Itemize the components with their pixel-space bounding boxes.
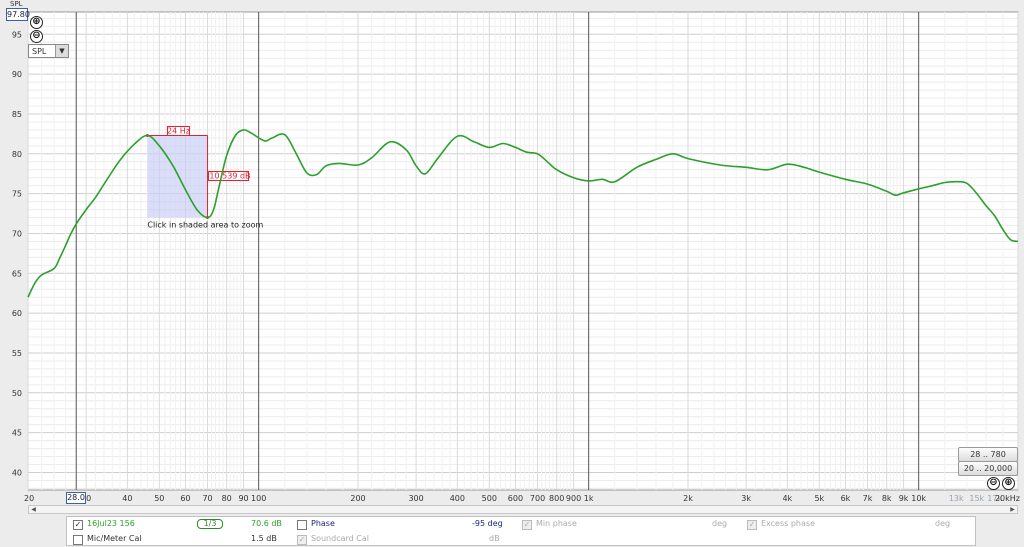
x-tick-label: 500: [482, 494, 497, 503]
x-tick-label: 15k: [969, 494, 984, 503]
x-tick-label: 50: [154, 494, 164, 503]
graph-type-select[interactable]: SPL ▼: [28, 44, 69, 58]
zoom-out-horizontal-icon[interactable]: ⊖: [987, 477, 1000, 490]
x-tick-label: 200: [350, 494, 365, 503]
soundcard-cal-unit: dB: [489, 534, 500, 543]
min-phase-unit: deg: [712, 519, 728, 528]
x-tick-label: 13k: [949, 494, 964, 503]
spl-chart[interactable]: 404550556065707580859095 20 30 40 50 60 70 80 9…: [0, 0, 1024, 505]
y-tick-label: 60: [12, 309, 22, 318]
x-tick-label: 70: [202, 494, 212, 503]
y-axis-max-field[interactable]: 97.80: [6, 8, 30, 21]
phase-value: -95 deg: [472, 519, 503, 528]
x-tick-label: 90: [238, 494, 248, 503]
x-tick-label: 700: [530, 494, 545, 503]
range-button-20-20000[interactable]: 20 .. 20,000: [958, 461, 1018, 476]
x-tick-label: 3k: [741, 494, 751, 503]
x-tick-label: 600: [508, 494, 523, 503]
chevron-down-icon[interactable]: ▼: [55, 45, 68, 57]
smoothing-indicator[interactable]: 1/3: [197, 519, 223, 529]
selection-shaded-area: [147, 135, 208, 218]
x-tick-label: 4k: [782, 494, 792, 503]
y-tick-label: 65: [12, 269, 22, 278]
min-phase-checkbox: ✓: [522, 520, 532, 530]
measurement-name: 16Jul23 156: [87, 519, 135, 528]
x-tick-label: 100: [251, 494, 266, 503]
y-tick-labels: 40 45 50 55 60 65 70 75 80 85 90 95: [12, 30, 22, 477]
y-tick-label: 80: [12, 150, 22, 159]
selection-width-label: 24 Hz: [167, 126, 190, 135]
legend-panel: ✓ 16Jul23 156 1/3 70.6 dB Phase -95 deg …: [66, 516, 976, 546]
mic-cal-checkbox[interactable]: [73, 535, 83, 545]
x-tick-label: 1k: [584, 494, 594, 503]
y-tick-label: 90: [12, 70, 22, 79]
x-tick-label: 400: [450, 494, 465, 503]
mic-cal-label: Mic/Meter Cal: [87, 534, 142, 543]
x-tick-label: 300: [408, 494, 423, 503]
measurement-level: 70.6 dB: [251, 519, 282, 528]
y-tick-label: 40: [12, 468, 22, 477]
zoom-in-vertical-icon[interactable]: ⊕: [30, 16, 43, 29]
x-tick-label: 9k: [899, 494, 909, 503]
y-tick-label: 85: [12, 110, 22, 119]
y-axis-label: SPL: [10, 0, 23, 8]
zoom-hint-text: Click in shaded area to zoom: [147, 221, 263, 230]
y-tick-label: 45: [12, 429, 22, 438]
mic-cal-value: 1.5 dB: [251, 534, 277, 543]
y-tick-label: 70: [12, 229, 22, 238]
x-tick-label: 10k: [911, 494, 926, 503]
excess-phase-unit: deg: [935, 519, 951, 528]
zoom-in-horizontal-icon[interactable]: ⊕: [1002, 477, 1015, 490]
min-phase-label: Min phase: [536, 519, 577, 528]
x-tick-label: 5k: [814, 494, 824, 503]
y-tick-label: 95: [12, 30, 22, 39]
x-tick-label: 900: [566, 494, 581, 503]
graph-type-value: SPL: [32, 47, 47, 56]
x-tick-label: 40: [122, 494, 132, 503]
measurement-checkbox[interactable]: ✓: [73, 520, 83, 530]
horizontal-scrollbar[interactable]: ◀ ▶: [28, 505, 1018, 514]
x-tick-label: 60: [180, 494, 190, 503]
x-tick-label: 7k: [863, 494, 873, 503]
x-tick-label: 20kHz: [995, 494, 1020, 503]
x-tick-label: 8k: [882, 494, 892, 503]
x-tick-labels: 20 30 40 50 60 70 80 90 100 200 300 400 500 600 700 800…: [24, 494, 1020, 503]
soundcard-cal-label: Soundcard Cal: [311, 534, 369, 543]
excess-phase-checkbox: ✓: [747, 520, 757, 530]
x-tick-label: 6k: [841, 494, 851, 503]
soundcard-cal-checkbox: ✓: [297, 535, 307, 545]
scroll-left-icon[interactable]: ◀: [29, 506, 38, 513]
selection-height-label: -10.539 dB: [207, 172, 251, 181]
x-tick-label: 20: [24, 494, 34, 503]
zoom-out-vertical-icon[interactable]: ⊖: [30, 30, 43, 43]
x-tick-label: 800: [549, 494, 564, 503]
excess-phase-label: Excess phase: [761, 519, 815, 528]
y-tick-label: 50: [12, 389, 22, 398]
scroll-right-icon[interactable]: ▶: [1008, 506, 1017, 513]
plot-background: [27, 11, 1019, 491]
y-tick-label: 55: [12, 349, 22, 358]
range-button-28-780[interactable]: 28 .. 780: [958, 447, 1018, 462]
phase-label: Phase: [311, 519, 335, 528]
cursor-x-value: 28.0: [66, 492, 86, 504]
x-tick-label: 80: [222, 494, 232, 503]
phase-checkbox[interactable]: [297, 520, 307, 530]
x-tick-label: 2k: [683, 494, 693, 503]
y-tick-label: 75: [12, 190, 22, 199]
